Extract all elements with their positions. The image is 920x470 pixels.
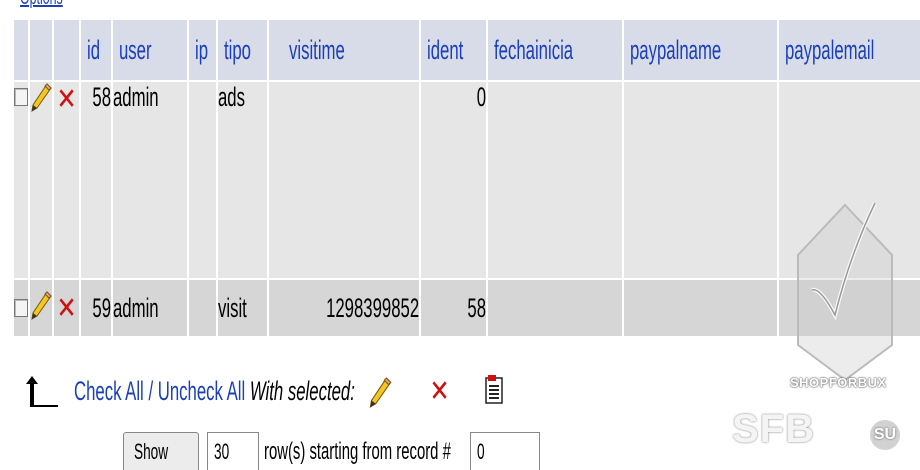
cell-tipo: visit (217, 280, 268, 336)
cell-paypalname (623, 82, 777, 278)
header-edit-col (30, 20, 52, 80)
check-all-link[interactable]: Check All (74, 376, 144, 406)
column-header-paypalname[interactable]: paypalname (623, 20, 777, 80)
column-header-user[interactable]: user (113, 20, 187, 80)
rows-label: row(s) starting from record # (264, 438, 451, 465)
cell-visitime (269, 82, 420, 278)
cell-visitime: 1298399852 (269, 280, 420, 336)
column-header-id[interactable]: id (81, 20, 112, 80)
delete-cell: ✕ (54, 82, 80, 278)
cell-tipo: ads (217, 82, 268, 278)
header-row: id user ip tipo visitime ident fechainic… (14, 20, 920, 80)
watermark-suffix: SU (870, 420, 900, 450)
export-icon[interactable] (485, 374, 503, 409)
pencil-icon[interactable] (368, 376, 392, 413)
row-checkbox[interactable] (14, 88, 28, 106)
cell-id: 58 (81, 82, 112, 278)
column-header-fechainicia[interactable]: fechainicia (488, 20, 622, 80)
checkmark-logo-icon (797, 202, 893, 382)
rows-count-input[interactable]: 30 (207, 432, 259, 470)
header-delete-col (54, 20, 80, 80)
cell-fechainicia (488, 82, 622, 278)
table-row: ✕ 58 admin ads 0 1000 (14, 82, 920, 278)
cell-id: 59 (81, 280, 112, 336)
cell-ident: 0 (421, 82, 487, 278)
edit-cell (30, 82, 52, 278)
delete-cell: ✕ (54, 280, 80, 336)
start-record-input[interactable]: 0 (470, 432, 540, 470)
with-selected-label: With selected: (249, 376, 355, 406)
cell-paypalname (623, 280, 777, 336)
column-header-paypalemail[interactable]: paypalemail (778, 20, 920, 80)
x-delete-icon[interactable]: ✕ (57, 291, 77, 326)
arrow-up-icon (26, 376, 58, 407)
header-checkbox-col (14, 20, 28, 80)
cell-ip (188, 280, 216, 336)
row-checkbox-cell (14, 82, 28, 278)
x-delete-icon[interactable]: ✕ (57, 82, 77, 117)
row-checkbox-cell (14, 280, 28, 336)
row-checkbox[interactable] (14, 298, 28, 317)
check-links: Check All / Uncheck All With selected: (74, 376, 355, 407)
watermark: SHOPFORBUX SFB SU (732, 195, 920, 470)
cell-fechainicia (488, 280, 622, 336)
results-table: id user ip tipo visitime ident fechainic… (12, 18, 920, 338)
watermark-short: SFB (732, 407, 815, 451)
cell-user: admin (113, 82, 187, 278)
table-row: ✕ 59 admin visit 1298399852 58 (14, 280, 920, 336)
column-header-visitime[interactable]: visitime (269, 20, 420, 80)
cell-ip (188, 82, 216, 278)
browse-view: Options id user ip tipo visitime ident f… (0, 0, 920, 470)
pencil-icon[interactable] (30, 290, 52, 327)
watermark-brand: SHOPFORBUX (790, 375, 887, 390)
column-header-ident[interactable]: ident (421, 20, 487, 80)
pencil-icon[interactable] (30, 82, 52, 119)
column-header-ip[interactable]: ip (188, 20, 216, 80)
cell-ident: 58 (421, 280, 487, 336)
edit-cell (30, 280, 52, 336)
cell-user: admin (113, 280, 187, 336)
column-header-tipo[interactable]: tipo (217, 20, 268, 80)
link-separator: / (143, 376, 158, 406)
uncheck-all-link[interactable]: Uncheck All (158, 376, 245, 406)
show-button[interactable]: Show : (123, 432, 199, 470)
x-delete-icon[interactable]: ✕ (430, 374, 450, 409)
options-link[interactable]: Options (20, 0, 63, 10)
